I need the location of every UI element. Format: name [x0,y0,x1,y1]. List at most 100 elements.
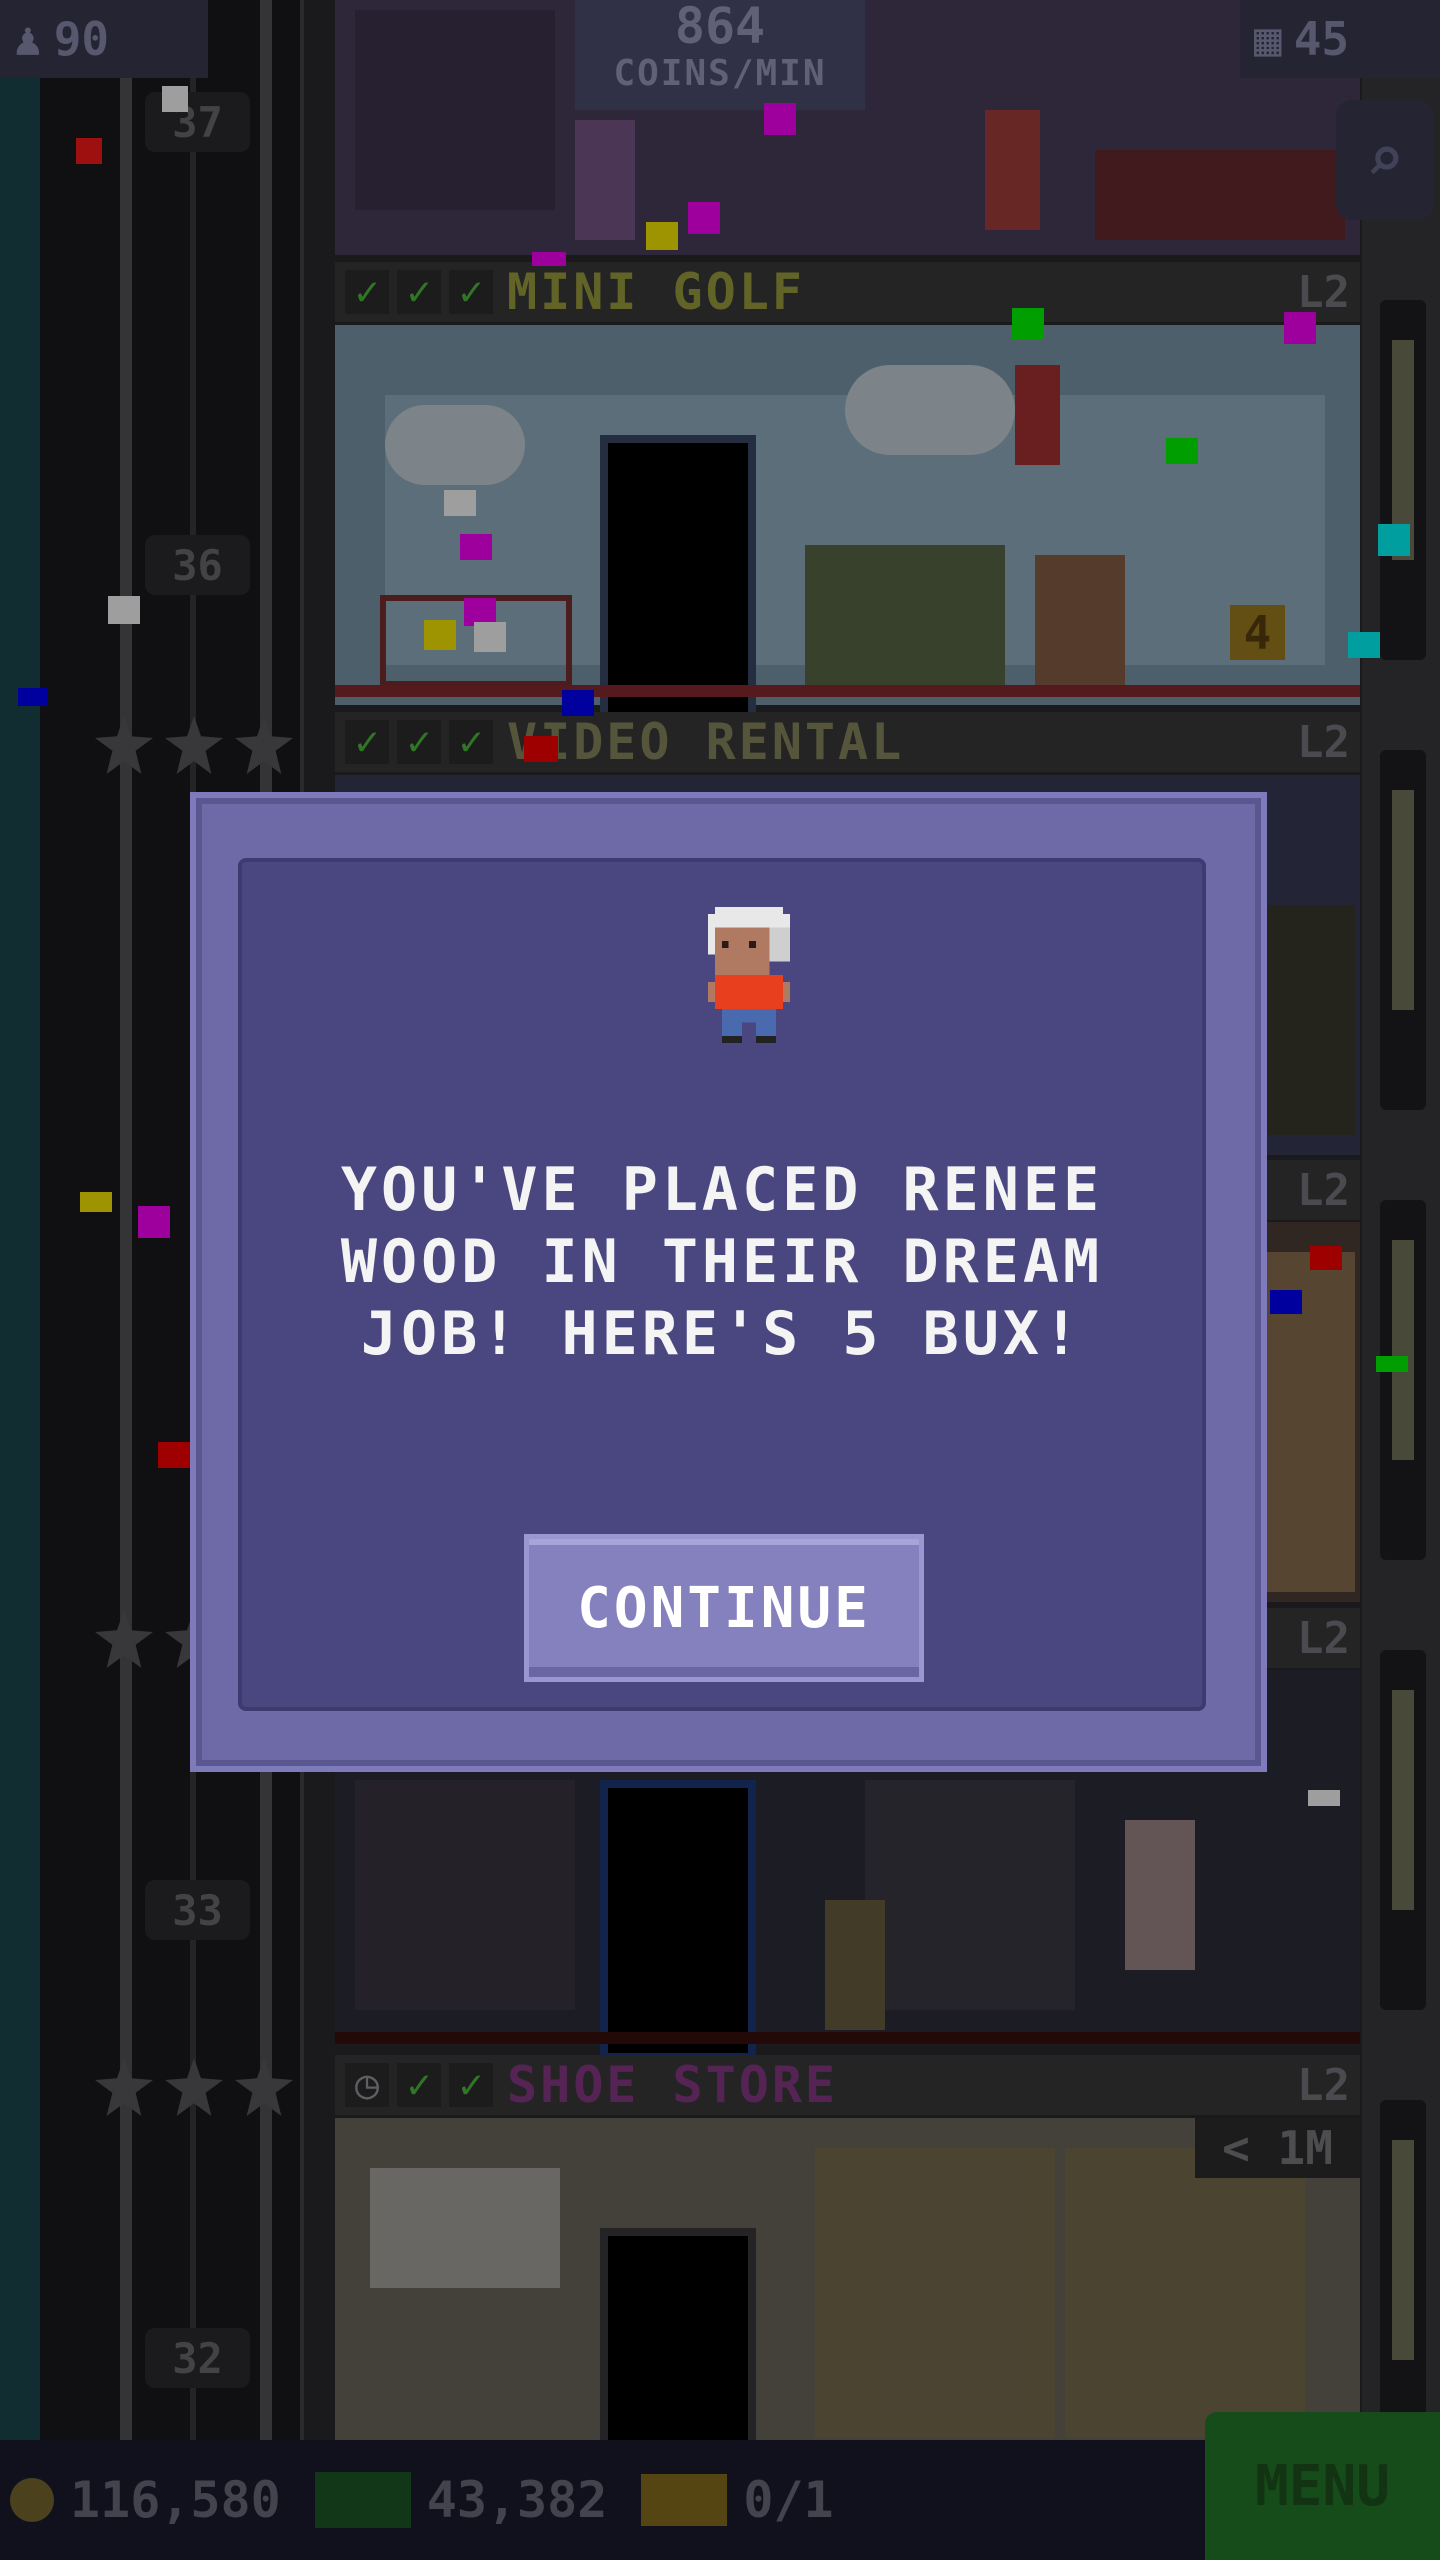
floor-header-mini-golf[interactable]: ✓ ✓ ✓ MINI GOLF L2 [335,262,1360,322]
floor-name: VIDEO RENTAL [507,713,905,771]
confetti [532,252,566,266]
star-icon [165,716,223,774]
coins-per-min-value: 864 [674,0,766,55]
floor-rating [95,2058,293,2116]
confetti [1284,312,1316,344]
check-icon: ✓ [449,270,493,314]
confetti [1310,1246,1342,1270]
floor-number: 32 [145,2328,250,2388]
hole-sign: 4 [1230,605,1285,660]
confetti [424,620,456,650]
floors-counter[interactable]: ▦ 45 [1240,0,1440,78]
confetti [1308,1790,1340,1806]
elevator-slot [1380,1650,1426,2010]
coins-per-minute: 864 COINS/MIN [575,0,865,110]
person-sprite [575,120,635,240]
floor-rating [95,716,293,774]
cloud [385,405,525,485]
elevator-slot [1380,2100,1426,2460]
shoe-shelf [815,2148,1055,2438]
confetti [1376,1356,1408,1372]
cloud [845,365,1015,455]
sky-strip [0,0,40,2440]
person-sprite [985,110,1040,230]
floors-value: 45 [1293,12,1350,66]
confetti [1270,1290,1302,1314]
floor-name: SHOE STORE [507,2056,839,2114]
star-icon [235,716,293,774]
floor-level: L2 [1297,266,1350,318]
display-case [865,1780,1075,2010]
continue-button[interactable]: CONTINUE [524,1534,924,1682]
check-icon: ✓ [397,270,441,314]
star-icon [95,2058,153,2116]
door [600,2228,756,2456]
confetti [460,534,492,560]
bux-value: 43,382 [426,2471,608,2529]
floor-line [335,685,1360,697]
person-icon: ♟ [14,12,42,66]
building-prop [1015,365,1060,465]
floor-number: 37 [145,92,250,152]
check-icon: ✓ [449,720,493,764]
bitizen-avatar-icon [708,907,790,1043]
menu-button[interactable]: MENU [1205,2412,1440,2560]
search-button[interactable]: ⌕ [1336,100,1434,220]
confetti [764,103,796,135]
person-sprite [1125,1820,1195,1970]
floor-level: L2 [1297,716,1350,768]
confetti [76,138,102,164]
door [600,435,756,721]
reward-dialog: YOU'VE PLACED RENEE WOOD IN THEIR DREAM … [190,792,1267,1772]
tickets-value: 0/1 [743,2471,834,2529]
star-icon [95,716,153,774]
store-sign [370,2168,560,2288]
floor-level: L2 [1297,2059,1350,2111]
check-icon: ✓ [397,2063,441,2107]
population-counter[interactable]: ♟ 90 [0,0,208,78]
confetti [1378,524,1410,556]
floor-header-shoe-store[interactable]: ◷ ✓ ✓ SHOE STORE L2 [335,2055,1360,2115]
confetti [158,1442,190,1468]
floor-number: 36 [145,535,250,595]
coin-icon [10,2478,54,2522]
dialog-message: YOU'VE PLACED RENEE WOOD IN THEIR DREAM … [340,1155,1104,1369]
clock-icon: ◷ [345,2063,389,2107]
confetti [1012,308,1044,340]
star-icon [165,2058,223,2116]
door [600,1780,756,2061]
population-value: 90 [53,12,110,66]
floor-number: 33 [145,1880,250,1940]
confetti [688,202,720,234]
confetti [108,596,140,624]
floor-room-shoe-store[interactable]: < 1M [335,2118,1360,2456]
person-sprite [825,1900,885,2030]
room-counter [1095,150,1345,240]
confetti [524,736,558,762]
confetti [444,490,476,516]
star-icon [235,2058,293,2116]
room-shelves [355,10,555,210]
floor-line [335,2032,1360,2044]
elevator-slot [1380,300,1426,660]
elevator-slot [1380,750,1426,1110]
confetti [138,1206,170,1238]
ticket-icon [641,2474,728,2526]
check-icon: ✓ [449,2063,493,2107]
floor-header-video-rental[interactable]: ✓ ✓ ✓ VIDEO RENTAL L2 [335,712,1360,772]
coins-value: 116,580 [70,2471,281,2529]
shoe-shelf [1065,2148,1305,2438]
floor-name: MINI GOLF [507,263,805,321]
timer-badge: < 1M [1195,2118,1360,2178]
confetti [646,222,678,250]
check-icon: ✓ [397,720,441,764]
confetti [1348,632,1380,658]
dialog-body: YOU'VE PLACED RENEE WOOD IN THEIR DREAM … [238,858,1206,1711]
confetti [562,690,594,716]
person-sprite [1035,555,1125,685]
search-icon: ⌕ [1365,123,1405,197]
floor-level: L2 [1297,1164,1350,1216]
confetti [474,622,506,652]
elevator-slot [1380,1200,1426,1560]
bux-icon [314,2472,411,2528]
